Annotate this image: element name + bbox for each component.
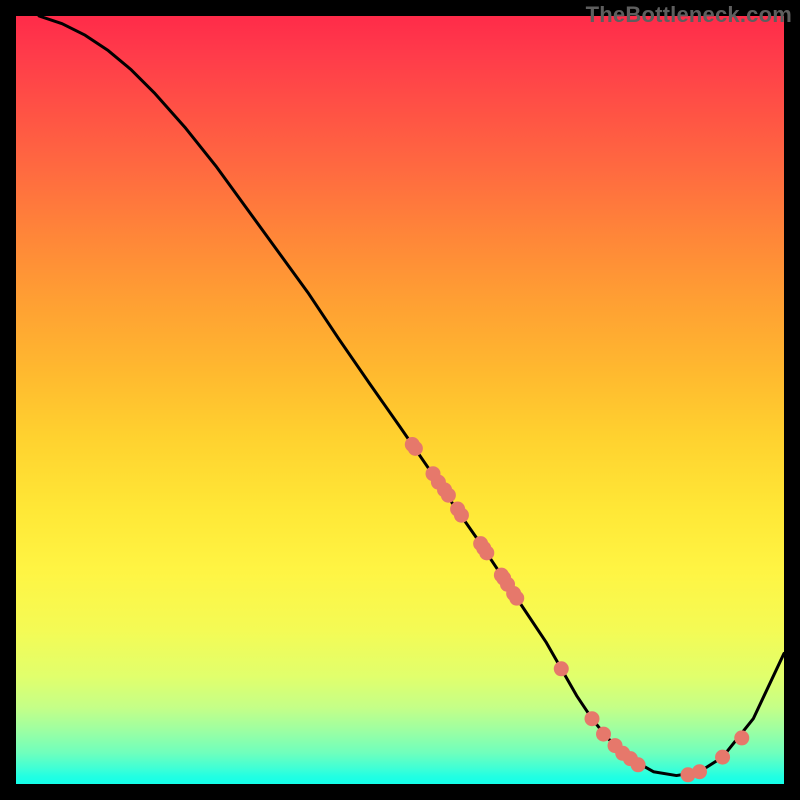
scatter-point (715, 750, 730, 765)
scatter-point (454, 508, 469, 523)
scatter-point (479, 545, 494, 560)
scatter-point (509, 591, 524, 606)
chart-svg (16, 16, 784, 784)
watermark-text: TheBottleneck.com (586, 2, 792, 28)
bottleneck-curve (39, 16, 784, 776)
scatter-point (692, 764, 707, 779)
scatter-points (405, 437, 749, 782)
scatter-point (441, 488, 456, 503)
chart-frame (16, 16, 784, 784)
scatter-point (734, 730, 749, 745)
scatter-point (596, 727, 611, 742)
plot-area (16, 16, 784, 784)
scatter-point (631, 757, 646, 772)
scatter-point (554, 661, 569, 676)
scatter-point (585, 711, 600, 726)
scatter-point (408, 441, 423, 456)
curve-line (39, 16, 784, 776)
